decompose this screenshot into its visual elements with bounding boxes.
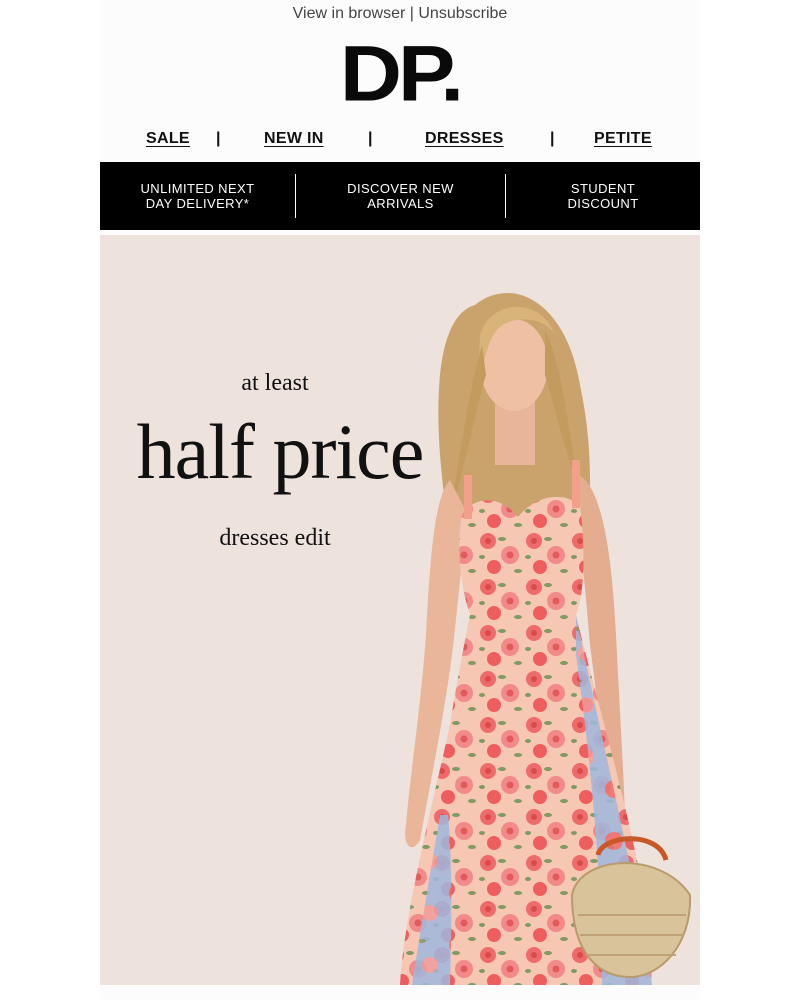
promo-arrivals-line2: ARRIVALS bbox=[367, 196, 434, 211]
top-links: View in browser | Unsubscribe bbox=[100, 0, 700, 28]
brand-logo[interactable]: DP. bbox=[100, 34, 700, 114]
nav-item-new-in[interactable]: NEW IN bbox=[264, 130, 324, 148]
view-in-browser-link[interactable]: View in browser bbox=[293, 5, 406, 22]
promo-bar: UNLIMITED NEXT DAY DELIVERY* DISCOVER NEW… bbox=[100, 162, 700, 230]
logo-text: DP. bbox=[339, 29, 464, 119]
promo-student-line2: DISCOUNT bbox=[567, 196, 639, 211]
nav-item-dresses[interactable]: DRESSES bbox=[425, 130, 504, 148]
hero-model-image bbox=[400, 293, 692, 985]
unsubscribe-link[interactable]: Unsubscribe bbox=[418, 5, 507, 22]
promo-arrivals-line1: DISCOVER NEW bbox=[347, 181, 454, 196]
promo-delivery[interactable]: UNLIMITED NEXT DAY DELIVERY* bbox=[100, 162, 295, 230]
nav-item-petite[interactable]: PETITE bbox=[594, 130, 652, 148]
nav-separator: | bbox=[216, 130, 221, 147]
hero-line-at-least: at least bbox=[241, 370, 309, 396]
promo-student-line1: STUDENT bbox=[570, 181, 636, 196]
promo-new-arrivals[interactable]: DISCOVER NEW ARRIVALS bbox=[296, 162, 505, 230]
main-nav: SALE | NEW IN | DRESSES | PETITE bbox=[100, 126, 700, 154]
promo-delivery-line1: UNLIMITED NEXT bbox=[140, 181, 255, 196]
promo-delivery-line2: DAY DELIVERY* bbox=[145, 196, 250, 211]
top-links-separator: | bbox=[409, 5, 414, 22]
nav-item-sale[interactable]: SALE bbox=[146, 130, 190, 148]
promo-student-discount[interactable]: STUDENT DISCOUNT bbox=[506, 162, 700, 230]
nav-separator: | bbox=[368, 130, 373, 147]
nav-separator: | bbox=[550, 130, 555, 147]
hero-banner[interactable]: at least half price dresses edit bbox=[100, 235, 700, 985]
